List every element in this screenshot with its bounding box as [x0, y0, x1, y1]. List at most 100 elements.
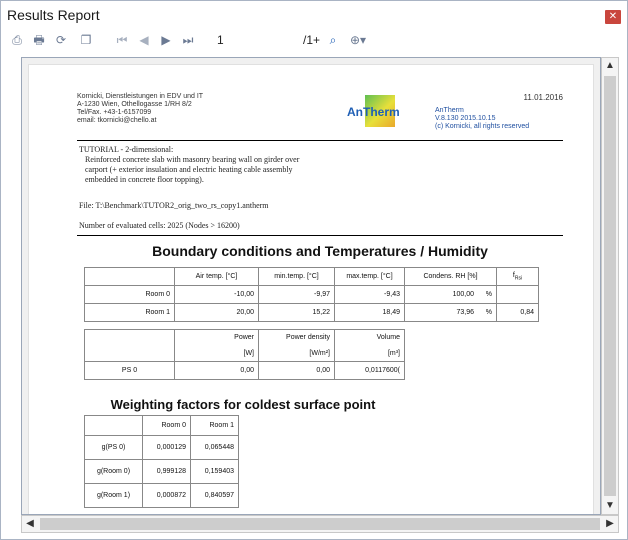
scroll-up-icon[interactable]: ▲: [602, 58, 618, 74]
scroll-down-icon[interactable]: ▼: [602, 498, 618, 514]
row-label: Room 1: [84, 303, 175, 322]
antherm-logo: AnTherm: [347, 95, 425, 127]
header-line: Tel/Fax. +43-1-6157099: [77, 109, 152, 116]
weight-room1-cell: 0,065448: [190, 435, 239, 460]
weight-room1-cell: 0,159403: [190, 459, 239, 484]
tutorial-line: Reinforced concrete slab with masonry be…: [85, 155, 300, 164]
rh-cell: 73,96%: [404, 303, 497, 322]
vertical-scroll-thumb[interactable]: [604, 76, 616, 496]
max-temp-cell: -9,43: [334, 285, 405, 304]
title-bar: Results Report ✕: [1, 1, 627, 29]
first-page-icon[interactable]: ⏮: [115, 32, 129, 49]
volume-cell: 0,0117600(: [334, 361, 405, 380]
table-unit-cell: [84, 345, 175, 362]
table-header-cell: Air temp. [°C]: [174, 267, 259, 286]
next-page-icon[interactable]: ▶: [159, 32, 173, 49]
table-header-cell: Volume: [334, 329, 405, 346]
close-icon: ✕: [608, 11, 618, 22]
section-title-boundary: Boundary conditions and Temperatures / H…: [152, 243, 488, 259]
section-title-weighting: Weighting factors for coldest surface po…: [110, 397, 376, 412]
report-page: Kornicki, Dienstleistungen in EDV und IT…: [28, 64, 594, 514]
table-unit-cell: [W]: [174, 345, 259, 362]
scroll-right-icon[interactable]: ▶: [602, 516, 618, 532]
header-divider: [77, 140, 563, 141]
frsi-cell: 0,84: [496, 303, 539, 322]
horizontal-scrollbar[interactable]: ◀ ▶: [21, 515, 619, 533]
table-header-row: Power Power density Volume: [84, 329, 405, 346]
boundary-conditions-table: Air temp. [°C] min.temp. [°C] max.temp. …: [84, 267, 539, 322]
table-header-cell: Condens. RH [%]: [404, 267, 497, 286]
frsi-cell: [496, 285, 539, 304]
row-label: g(PS 0): [84, 435, 143, 460]
frsi-subscript: Rsi: [514, 275, 523, 282]
table-header-row: Room 0 Room 1: [84, 415, 239, 436]
tutorial-line: embedded in concrete floor topping).: [85, 175, 204, 184]
vertical-scrollbar[interactable]: ▲ ▼: [601, 57, 619, 515]
evaluated-cells: Number of evaluated cells: 2025 (Nodes >…: [79, 221, 240, 230]
table-row: Room 1 20,00 15,22 18,49 73,96% 0,84: [84, 303, 539, 322]
table-header-row: Air temp. [°C] min.temp. [°C] max.temp. …: [84, 267, 539, 286]
app-info-line: V.8.130 2015.10.15: [435, 115, 496, 122]
page-total-label: /1+: [303, 33, 321, 47]
table-header-cell: Room 1: [190, 415, 239, 436]
rh-percent: %: [485, 309, 492, 316]
weight-room1-cell: 0,840597: [190, 483, 239, 508]
company-header: Kornicki, Dienstleistungen in EDV und IT…: [77, 93, 203, 125]
table-header-cell: [84, 267, 175, 286]
close-button[interactable]: ✕: [605, 10, 621, 24]
table-header-cell: fRsi: [496, 267, 539, 286]
copy-icon[interactable]: ❐: [77, 32, 95, 49]
file-path: File: T:\Benchmark\TUTOR2_orig_two_rs_co…: [79, 201, 269, 210]
table-row: PS 0 0,00 0,00 0,0117600(: [84, 361, 405, 380]
table-header-cell: [84, 329, 175, 346]
table-row: g(PS 0) 0,000129 0,065448: [84, 435, 239, 460]
app-info-line: (c) Kornicki, all rights reserved: [435, 123, 530, 130]
horizontal-scroll-thumb[interactable]: [40, 518, 600, 530]
table-header-cell: Room 0: [142, 415, 191, 436]
table-row: g(Room 0) 0,999128 0,159403: [84, 459, 239, 484]
table-unit-cell: [W/m²]: [258, 345, 335, 362]
page-number-input[interactable]: [213, 32, 293, 49]
tutorial-description: TUTORIAL - 2-dimensional: Reinforced con…: [79, 145, 409, 185]
report-date: 11.01.2016: [523, 93, 563, 102]
air-temp-cell: 20,00: [174, 303, 259, 322]
row-label: g(Room 1): [84, 483, 143, 508]
header-line: A-1230 Wien, Othellogasse 1/RH 8/2: [77, 101, 192, 108]
results-report-window: Results Report ✕ ⎙ 🖶 ⟳ ❐ ⏮ ◀ ▶ ⏭ /1+ ⌕ ⊕…: [0, 0, 628, 540]
app-info-line: AnTherm: [435, 107, 464, 114]
rh-percent: %: [485, 291, 492, 298]
table-header-cell: max.temp. [°C]: [334, 267, 405, 286]
logo-text: AnTherm: [347, 105, 400, 119]
report-viewport[interactable]: Kornicki, Dienstleistungen in EDV und IT…: [21, 57, 601, 515]
power-density-cell: 0,00: [258, 361, 335, 380]
print-setup-icon[interactable]: ⎙: [9, 32, 25, 49]
find-icon[interactable]: ⌕: [325, 32, 341, 49]
table-units-row: [W] [W/m²] [m³]: [84, 345, 405, 362]
table-row: Room 0 -10,00 -9,97 -9,43 100,00%: [84, 285, 539, 304]
table-header-cell: Power density: [258, 329, 335, 346]
row-label: g(Room 0): [84, 459, 143, 484]
tutorial-title: TUTORIAL - 2-dimensional:: [79, 145, 174, 154]
table-unit-cell: [m³]: [334, 345, 405, 362]
print-icon[interactable]: 🖶: [31, 32, 47, 49]
prev-page-icon[interactable]: ◀: [137, 32, 151, 49]
rh-value: 73,96: [456, 309, 474, 316]
section-divider: [77, 235, 563, 236]
last-page-icon[interactable]: ⏭: [181, 32, 195, 49]
weight-room0-cell: 0,000129: [142, 435, 191, 460]
zoom-icon[interactable]: ⊕▾: [345, 32, 371, 49]
min-temp-cell: 15,22: [258, 303, 335, 322]
table-row: g(Room 1) 0,000872 0,840597: [84, 483, 239, 508]
tutorial-line: carport (+ exterior insulation and elect…: [85, 165, 293, 174]
power-cell: 0,00: [174, 361, 259, 380]
max-temp-cell: 18,49: [334, 303, 405, 322]
app-info: AnTherm V.8.130 2015.10.15 (c) Kornicki,…: [435, 107, 529, 131]
toolbar: ⎙ 🖶 ⟳ ❐ ⏮ ◀ ▶ ⏭ /1+ ⌕ ⊕▾: [1, 29, 627, 53]
rh-value: 100,00: [452, 291, 474, 298]
scroll-left-icon[interactable]: ◀: [22, 516, 38, 532]
weight-room0-cell: 0,999128: [142, 459, 191, 484]
table-header-cell: Power: [174, 329, 259, 346]
power-source-table: Power Power density Volume [W] [W/m²] [m…: [84, 329, 405, 380]
refresh-icon[interactable]: ⟳: [53, 32, 69, 49]
min-temp-cell: -9,97: [258, 285, 335, 304]
